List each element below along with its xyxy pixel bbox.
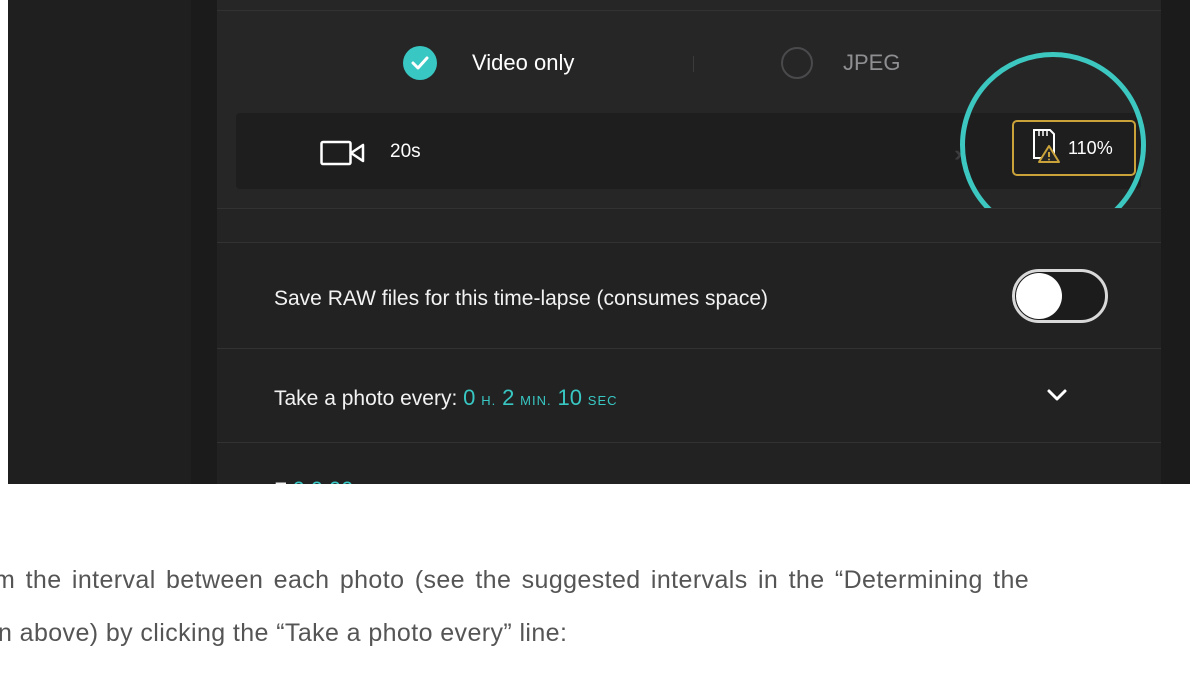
save-raw-label: Save RAW files for this time-lapse (cons… [274, 287, 769, 310]
section-gap [217, 208, 1161, 243]
check-circle-icon [403, 46, 437, 80]
chevron-down-icon[interactable] [1045, 387, 1069, 408]
radio-empty-icon [781, 47, 813, 79]
interval-hours: 0 [463, 385, 476, 410]
timelapse-settings-panel: Video only JPEG 20s ›› 110% Save RAW fil… [217, 0, 1190, 484]
save-raw-row[interactable]: Save RAW files for this time-lapse (cons… [217, 242, 1161, 349]
next-setting-value-2: 0 [311, 477, 323, 484]
side-panel [8, 0, 191, 484]
interval-row[interactable]: Take a photo every: 0 H. 2 MIN. 10 SEC [217, 348, 1161, 443]
format-option-video-only[interactable]: Video only [403, 46, 574, 80]
document-text-line: n above) by clicking the “Take a photo e… [0, 619, 568, 647]
format-option-label: JPEG [843, 50, 901, 75]
format-option-label: Video only [472, 50, 575, 75]
document-text-line: m the interval between each photo (see t… [0, 566, 1030, 594]
format-option-jpeg[interactable]: JPEG [781, 46, 900, 80]
next-setting-text: F 0 0 00 [274, 477, 353, 484]
double-chevron-right-icon: ›› [954, 141, 962, 166]
top-divider [217, 0, 1161, 11]
interval-seconds: 10 [557, 385, 582, 410]
next-setting-value-3: 00 [329, 477, 353, 484]
next-setting-value-1: 0 [293, 477, 305, 484]
next-setting-label: F [274, 479, 287, 484]
video-duration: 20s [390, 141, 421, 162]
interval-label: Take a photo every: [274, 387, 458, 410]
next-setting-row[interactable]: F 0 0 00 [217, 442, 1161, 484]
panel-right-edge [1161, 0, 1190, 484]
interval-seconds-unit: SEC [587, 393, 618, 408]
toggle-knob [1016, 273, 1062, 319]
video-camera-icon [320, 139, 366, 172]
app-screenshot: Video only JPEG 20s ›› 110% Save RAW fil… [8, 0, 1190, 484]
interval-text: Take a photo every: 0 H. 2 MIN. 10 SEC [274, 385, 618, 411]
save-raw-toggle[interactable] [1012, 269, 1108, 323]
interval-minutes: 2 [502, 385, 515, 410]
option-divider [693, 56, 694, 72]
interval-hours-unit: H. [481, 393, 497, 408]
chevron-down-icon[interactable] [1045, 483, 1069, 484]
interval-minutes-unit: MIN. [520, 393, 552, 408]
